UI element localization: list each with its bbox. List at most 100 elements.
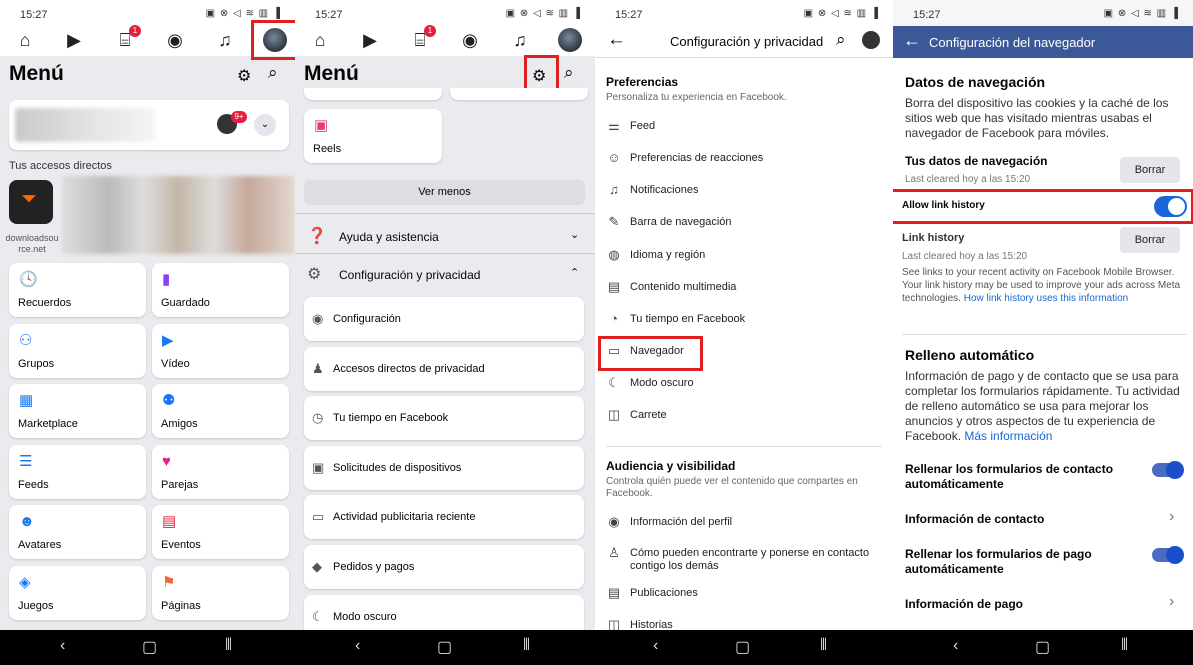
home-icon[interactable]: ⌂ [308,28,332,52]
back-arrow-icon[interactable]: ← [607,29,626,51]
config-label[interactable]: Configuración y privacidad [339,268,480,282]
tile-grupos[interactable]: ⚇ Grupos [9,323,146,378]
settings-row[interactable]: ◆ Pedidos y pagos [304,545,584,589]
settings-row[interactable]: ▭ Actividad publicitaria reciente [304,495,584,540]
video-icon[interactable]: ▶ [358,28,382,52]
profile-card[interactable]: 9+ ⌄ [9,100,289,150]
bell-icon[interactable]: ♫ [213,28,237,52]
rellenar-pago-label: Rellenar los formularios de pago automát… [905,547,1092,576]
tile-eventos[interactable]: ▤ Eventos [152,505,289,559]
borrar-link-button[interactable]: Borrar [1120,227,1180,253]
search-icon[interactable]: ⌕ [268,63,278,83]
audience-row[interactable]: ♙ Cómo pueden encontrarte y ponerse en co… [606,543,883,573]
top-nav: ⌂ ▶ ⌸ 1 ◉ ♫ [295,25,595,56]
tile-amigos[interactable]: ⚉ Amigos [152,384,289,438]
row-label: Solicitudes de dispositivos [333,461,462,474]
marketplace-icon[interactable]: ⌸ 1 [408,25,436,52]
header-title: Configuración del navegador [929,35,1096,50]
tile-reels[interactable]: ▣ Reels [304,109,442,163]
chevron-right-icon[interactable]: › [1169,508,1174,526]
tile-parejas[interactable]: ♥ Parejas [152,444,289,499]
settings-row[interactable]: ◉ Configuración [304,297,584,341]
status-time: 15:27 [20,9,48,21]
info-contacto-label[interactable]: Información de contacto [905,512,1044,526]
tile-juegos[interactable]: ◈ Juegos [9,565,146,620]
last-cleared: Last cleared hoy a las 15:20 [905,174,1031,185]
link-more[interactable]: How link history uses this information [964,293,1129,304]
back-arrow-icon[interactable]: ← [903,30,921,51]
marketplace-icon[interactable]: ⌸ 1 [113,25,141,52]
avatar[interactable] [862,31,880,49]
recents-icon[interactable]: ⦀ [225,637,232,655]
profile-icon[interactable]: ◉ [458,28,482,52]
bell-icon[interactable]: ♫ [508,28,532,52]
back-icon[interactable]: ‹ [60,637,65,655]
notif-badge: 1 [424,25,436,37]
tile-páginas[interactable]: ⚑ Páginas [152,565,289,620]
rellenar-contacto-toggle[interactable] [1152,461,1184,479]
reaction-icon: ☺ [607,150,621,165]
home-button-icon[interactable]: ▢ [437,637,452,657]
home-icon[interactable]: ⌂ [13,28,37,52]
pin-icon: ✎ [608,214,620,229]
tile-guardado[interactable]: ▮ Guardado [152,263,289,317]
tile-recuerdos[interactable]: 🕓 Recuerdos [9,263,146,317]
back-icon[interactable]: ‹ [653,637,658,655]
tile-label: Amigos [161,418,198,430]
profile-icon[interactable]: ◉ [163,28,187,52]
groups-icon: ⚇ [19,331,33,349]
tile-vídeo[interactable]: ▶ Vídeo [152,323,289,378]
pref-row[interactable]: ☾ Modo oscuro [606,373,883,395]
info-pago-label[interactable]: Información de pago [905,597,1023,611]
pref-row[interactable]: ⚌ Feed [606,116,883,138]
settings-row[interactable]: ▣ Solicitudes de dispositivos [304,445,584,490]
tile-feeds[interactable]: ☰ Feeds [9,444,146,499]
pref-row[interactable]: ◔ Tu tiempo en Facebook [606,309,883,331]
row-label: Notificaciones [630,184,699,196]
chevron-right-icon[interactable]: › [1169,593,1174,611]
home-button-icon[interactable]: ▢ [1035,637,1050,657]
card-icon: ◆ [312,559,322,574]
gear-icon[interactable]: ⚙ [237,66,251,86]
home-button-icon[interactable]: ▢ [735,637,750,657]
shortcut-logo[interactable]: ⏷ [9,180,53,224]
pref-row[interactable]: ◫ Carrete [606,405,883,427]
tile-marketplace[interactable]: ▦ Marketplace [9,384,146,438]
status-icons: ▣ ⊗ ◁ ≋ ▥ ▐ [1103,8,1179,19]
allow-link-toggle[interactable] [1154,196,1187,217]
pref-row[interactable]: ▤ Contenido multimedia [606,277,883,299]
audience-row[interactable]: ◉ Información del perfil [606,512,883,534]
status-icons: ▣ ⊗ ◁ ≋ ▥ ▐ [803,8,879,19]
audience-row[interactable]: ▤ Publicaciones [606,583,883,605]
video-icon: ▶ [162,331,174,349]
recents-icon[interactable]: ⦀ [820,637,827,655]
search-icon[interactable]: ⌕ [564,63,574,83]
home-button-icon[interactable]: ▢ [142,637,157,657]
recents-icon[interactable]: ⦀ [523,637,530,655]
back-icon[interactable]: ‹ [953,637,958,655]
tile-avatares[interactable]: ☻ Avatares [9,505,146,559]
pref-row[interactable]: ◍ Idioma y región [606,245,883,267]
video-icon[interactable]: ▶ [62,28,86,52]
pref-row[interactable]: ☺ Preferencias de reacciones [606,148,883,170]
posts-icon: ▤ [607,585,621,600]
help-label[interactable]: Ayuda y asistencia [339,230,439,244]
menu-avatar-icon[interactable] [558,28,582,52]
back-icon[interactable]: ‹ [355,637,360,655]
settings-row[interactable]: ◷ Tu tiempo en Facebook [304,396,584,441]
chevron-up-icon[interactable]: ⌃ [570,266,579,279]
chevron-down-icon[interactable]: ⌄ [254,114,276,136]
mas-info-link[interactable]: Más información [964,429,1052,443]
recents-icon[interactable]: ⦀ [1121,637,1128,655]
row-label: Idioma y región [630,249,706,261]
rellenar-pago-toggle[interactable] [1152,546,1184,564]
ver-menos-button[interactable]: Ver menos [304,180,585,205]
search-icon[interactable]: ⌕ [836,30,846,50]
row-label: Pedidos y pagos [333,561,415,573]
settings-row[interactable]: ♟ Accesos directos de privacidad [304,346,584,391]
pref-row[interactable]: ♫ Notificaciones [606,180,883,202]
pref-row[interactable]: ✎ Barra de navegación [606,212,883,234]
borrar-button[interactable]: Borrar [1120,157,1180,183]
tile-label: Guardado [161,297,210,309]
chevron-down-icon[interactable]: ⌄ [570,228,579,241]
